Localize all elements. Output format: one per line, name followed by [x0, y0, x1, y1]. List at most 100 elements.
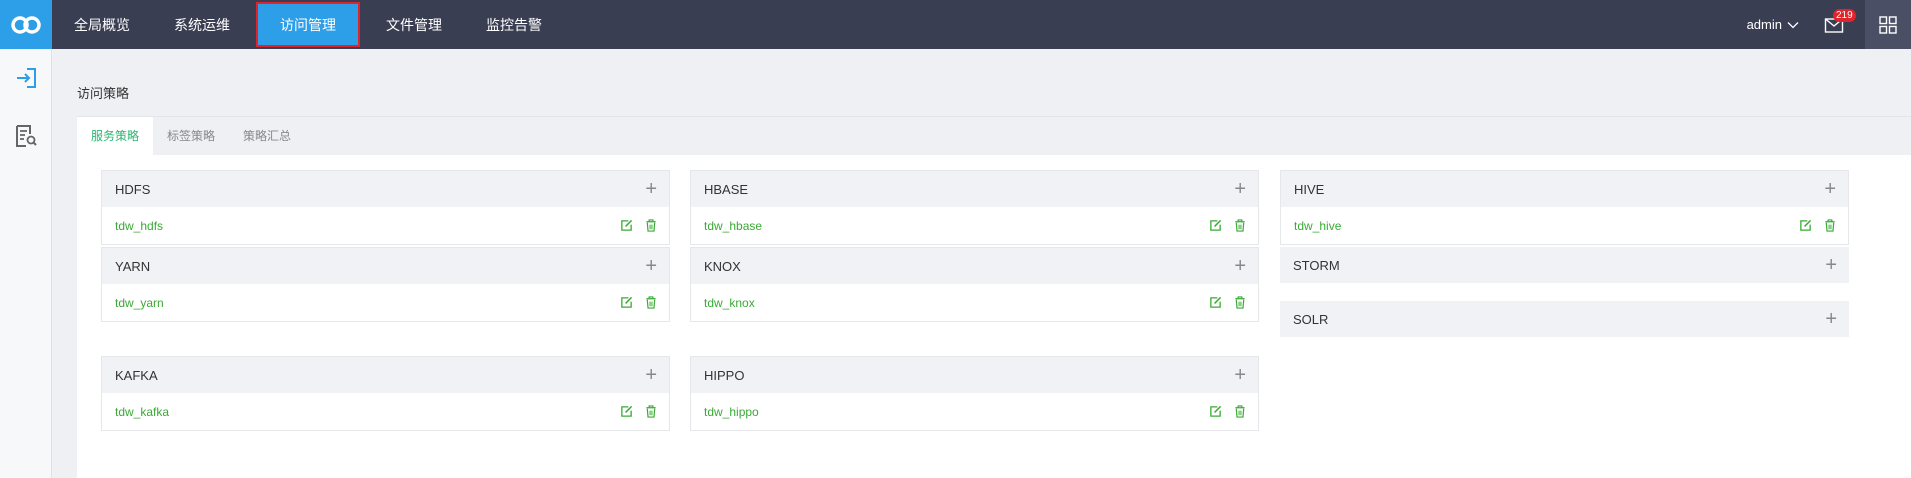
nav-item-label: 系统运维 — [174, 17, 230, 34]
service-card-storm: STORM + — [1280, 247, 1849, 283]
policy-row: tdw_hbase — [691, 207, 1258, 244]
user-menu[interactable]: admin — [1747, 17, 1799, 32]
mail-button[interactable]: 219 — [1817, 0, 1856, 49]
edit-icon — [1210, 405, 1222, 417]
card-header: KAFKA + — [102, 357, 669, 393]
nav-item-overview[interactable]: 全局概览 — [52, 0, 152, 49]
trash-icon — [646, 296, 656, 309]
add-policy-button[interactable]: + — [1234, 256, 1246, 276]
nav-item-label: 文件管理 — [386, 17, 442, 34]
sidebar-item-access[interactable] — [0, 49, 52, 107]
card-header: SOLR + — [1280, 301, 1849, 337]
edit-icon — [1800, 219, 1812, 231]
edit-button[interactable] — [620, 296, 633, 309]
add-policy-button[interactable]: + — [1234, 179, 1246, 199]
policy-row: tdw_knox — [691, 284, 1258, 321]
service-name: KNOX — [704, 258, 741, 274]
login-arrow-icon — [17, 68, 36, 88]
card-header: STORM + — [1280, 247, 1849, 283]
nav-item-monitor[interactable]: 监控告警 — [464, 0, 564, 49]
policy-row: tdw_hdfs — [102, 207, 669, 244]
nav-item-label: 全局概览 — [74, 17, 130, 34]
card-header: HIPPO + — [691, 357, 1258, 393]
edit-button[interactable] — [1209, 219, 1222, 232]
tab-tag-policy[interactable]: 标签策略 — [153, 117, 229, 155]
edit-button[interactable] — [1209, 296, 1222, 309]
card-header: HBASE + — [691, 171, 1258, 207]
service-name: HDFS — [115, 181, 151, 197]
policy-link[interactable]: tdw_kafka — [115, 405, 169, 419]
apps-grid-button[interactable] — [1865, 0, 1911, 49]
edit-button[interactable] — [1209, 405, 1222, 418]
edit-button[interactable] — [1799, 219, 1812, 232]
service-card-hive: HIVE + tdw_hive — [1280, 170, 1849, 245]
add-policy-button[interactable]: + — [1825, 309, 1837, 329]
chevron-down-icon — [1787, 21, 1799, 28]
service-card-knox: KNOX + tdw_knox — [690, 247, 1259, 322]
delete-button[interactable] — [645, 296, 657, 309]
nav-right: admin 219 — [1747, 0, 1911, 49]
policy-row: tdw_hippo — [691, 393, 1258, 430]
edit-button[interactable] — [620, 405, 633, 418]
add-policy-button[interactable]: + — [645, 179, 657, 199]
trash-icon — [646, 219, 656, 232]
co-logo-icon — [11, 15, 41, 34]
service-grid: HDFS + tdw_hdfs YARN + tdw_yarn KAFKA + … — [77, 155, 1911, 478]
policy-row: tdw_yarn — [102, 284, 669, 321]
trash-icon — [1235, 405, 1245, 418]
delete-button[interactable] — [1234, 219, 1246, 232]
add-policy-button[interactable]: + — [645, 365, 657, 385]
add-policy-button[interactable]: + — [1825, 255, 1837, 275]
username: admin — [1746, 17, 1782, 32]
main-nav: 全局概览 系统运维 访问管理 文件管理 监控告警 — [52, 0, 564, 49]
mail-count-badge: 219 — [1833, 9, 1856, 22]
edit-icon — [621, 219, 633, 231]
edit-icon — [1210, 219, 1222, 231]
trash-icon — [1235, 219, 1245, 232]
policy-link[interactable]: tdw_knox — [704, 296, 755, 310]
policy-link[interactable]: tdw_yarn — [115, 296, 164, 310]
edit-button[interactable] — [620, 219, 633, 232]
add-policy-button[interactable]: + — [1824, 179, 1836, 199]
card-header: KNOX + — [691, 248, 1258, 284]
policy-link[interactable]: tdw_hive — [1294, 219, 1341, 233]
service-name: HIPPO — [704, 367, 745, 383]
tab-policy-summary[interactable]: 策略汇总 — [229, 117, 305, 155]
add-policy-button[interactable]: + — [645, 256, 657, 276]
edit-icon — [621, 405, 633, 417]
nav-item-access[interactable]: 访问管理 — [256, 2, 360, 47]
card-header: HIVE + — [1281, 171, 1848, 207]
add-policy-button[interactable]: + — [1234, 365, 1246, 385]
delete-button[interactable] — [645, 405, 657, 418]
card-header: YARN + — [102, 248, 669, 284]
service-name: STORM — [1293, 257, 1340, 273]
main-content: 访问策略 服务策略 标签策略 策略汇总 HDFS + tdw_hdfs YARN — [53, 49, 1911, 478]
delete-button[interactable] — [1824, 219, 1836, 232]
document-search-icon — [16, 125, 37, 147]
tab-service-policy[interactable]: 服务策略 — [77, 117, 154, 155]
policy-link[interactable]: tdw_hippo — [704, 405, 759, 419]
top-navbar: 全局概览 系统运维 访问管理 文件管理 监控告警 admin 219 — [0, 0, 1911, 49]
service-name: KAFKA — [115, 367, 158, 383]
delete-button[interactable] — [1234, 296, 1246, 309]
trash-icon — [646, 405, 656, 418]
policy-link[interactable]: tdw_hdfs — [115, 219, 163, 233]
service-card-hippo: HIPPO + tdw_hippo — [690, 356, 1259, 431]
page-title: 访问策略 — [77, 87, 130, 102]
service-card-hbase: HBASE + tdw_hbase — [690, 170, 1259, 245]
app-logo[interactable] — [0, 0, 52, 49]
delete-button[interactable] — [1234, 405, 1246, 418]
nav-item-label: 访问管理 — [280, 17, 336, 34]
sidebar-item-audit[interactable] — [0, 107, 52, 165]
nav-item-ops[interactable]: 系统运维 — [152, 0, 252, 49]
nav-item-label: 监控告警 — [486, 17, 542, 34]
service-name: YARN — [115, 258, 151, 274]
delete-button[interactable] — [645, 219, 657, 232]
edit-icon — [1210, 296, 1222, 308]
nav-item-files[interactable]: 文件管理 — [364, 0, 464, 49]
policy-row: tdw_hive — [1281, 207, 1848, 244]
trash-icon — [1825, 219, 1835, 232]
trash-icon — [1235, 296, 1245, 309]
service-name: HIVE — [1294, 181, 1325, 197]
policy-link[interactable]: tdw_hbase — [704, 219, 762, 233]
